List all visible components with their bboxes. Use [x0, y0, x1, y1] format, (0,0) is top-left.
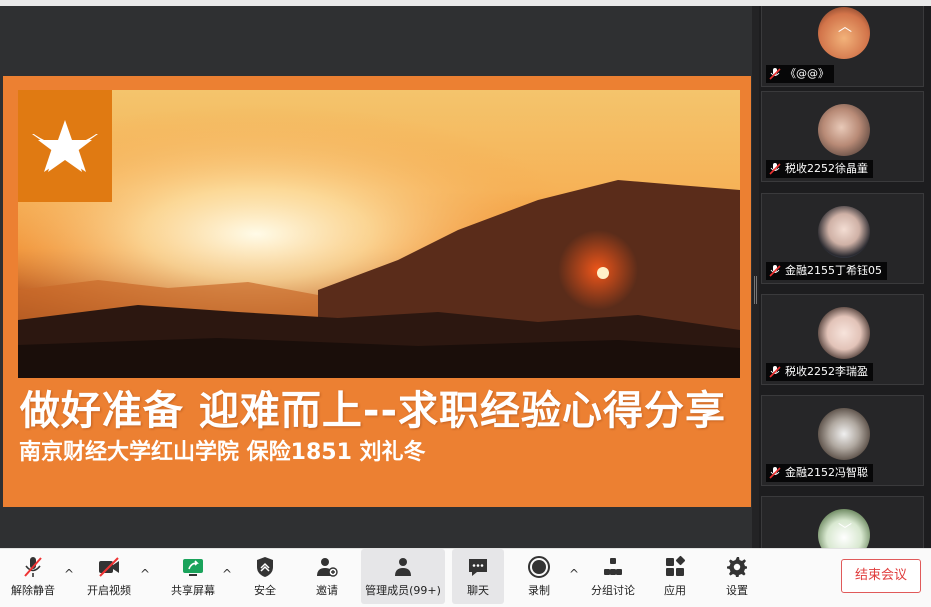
participant-nametag: 税收2252徐晶童: [766, 160, 873, 178]
unmute-button[interactable]: 解除静音: [4, 549, 62, 604]
meeting-toolbar: 解除静音 ^ 开启视频 ^ 共享屏幕 ^ 安全 邀请 管理成员(99+) 聊天: [0, 548, 931, 607]
gear-icon: [727, 557, 747, 577]
audio-options-chevron-icon[interactable]: ^: [64, 567, 74, 581]
breakout-rooms-icon: [604, 558, 622, 575]
muted-mic-icon: [769, 366, 781, 378]
invite-button[interactable]: 邀请: [304, 549, 350, 604]
chat-bubble-icon: [469, 559, 487, 576]
members-icon: [395, 558, 411, 576]
muted-mic-icon: [769, 68, 781, 80]
video-options-chevron-icon[interactable]: ^: [140, 567, 150, 581]
slide-title: 做好准备 迎难而上--求职经验心得分享: [19, 388, 727, 434]
participant-tile[interactable]: 金融2152冯智聪: [761, 395, 924, 486]
security-button[interactable]: 安全: [242, 549, 288, 604]
breakout-rooms-button[interactable]: 分组讨论: [586, 549, 640, 604]
participant-name: 《@@》: [785, 67, 829, 80]
tencent-meeting-logo: [18, 90, 112, 202]
participant-tile[interactable]: 税收2252徐晶童: [761, 91, 924, 182]
gallery-scroll-up-icon[interactable]: ︿: [835, 16, 855, 36]
unmute-label: 解除静音: [11, 584, 55, 597]
apps-button[interactable]: 应用: [652, 549, 698, 604]
settings-button[interactable]: 设置: [714, 549, 760, 604]
muted-mic-icon: [769, 163, 781, 175]
record-button[interactable]: 录制: [516, 549, 562, 604]
muted-mic-icon: [769, 467, 781, 479]
chat-label: 聊天: [467, 584, 489, 597]
apps-label: 应用: [664, 584, 686, 597]
share-screen-icon: [183, 559, 203, 576]
security-label: 安全: [254, 584, 276, 597]
muted-mic-icon: [24, 557, 42, 577]
settings-label: 设置: [726, 584, 748, 597]
gallery-scroll-down-icon[interactable]: ﹀: [835, 520, 855, 540]
participant-nametag: 税收2252李瑞盈: [766, 363, 873, 381]
record-label: 录制: [528, 584, 550, 597]
participant-name: 税收2252徐晶童: [785, 162, 868, 175]
participant-nametag: 金融2155丁希钰05: [766, 262, 887, 280]
participant-nametag: 金融2152冯智聪: [766, 464, 873, 482]
participant-nametag: 《@@》: [766, 65, 834, 83]
participant-avatar: [818, 307, 870, 359]
add-user-icon: [317, 558, 338, 577]
shared-screen-area[interactable]: 做好准备 迎难而上--求职经验心得分享 南京财经大学红山学院 保险1851 刘礼…: [0, 6, 755, 548]
record-icon: [528, 556, 550, 578]
chat-button[interactable]: 聊天: [452, 549, 504, 604]
start-video-label: 开启视频: [87, 584, 131, 597]
sunset-landscape-image: [18, 90, 740, 378]
slide-subtitle: 南京财经大学红山学院 保险1851 刘礼冬: [19, 440, 426, 465]
manage-members-button[interactable]: 管理成员(99+): [361, 549, 445, 604]
end-meeting-button[interactable]: 结束会议: [841, 559, 921, 593]
apps-grid-icon: [666, 555, 686, 576]
participant-tile[interactable]: 税收2252李瑞盈: [761, 294, 924, 385]
breakout-rooms-label: 分组讨论: [591, 584, 635, 597]
participant-name: 金融2152冯智聪: [785, 466, 868, 479]
participant-gallery[interactable]: 《@@》 税收2252徐晶童 金融2155丁希钰05 税收2252李瑞盈 金融2…: [759, 6, 931, 548]
participant-name: 金融2155丁希钰05: [785, 264, 882, 277]
start-video-button[interactable]: 开启视频: [80, 549, 138, 604]
slide-sunset-photo: [18, 90, 740, 378]
splitter-grip-handle[interactable]: [754, 276, 757, 304]
share-screen-button[interactable]: 共享屏幕: [164, 549, 222, 604]
share-options-chevron-icon[interactable]: ^: [222, 567, 232, 581]
presentation-slide: 做好准备 迎难而上--求职经验心得分享 南京财经大学红山学院 保险1851 刘礼…: [3, 76, 751, 507]
video-off-icon: [99, 557, 119, 577]
share-screen-label: 共享屏幕: [171, 584, 215, 597]
muted-mic-icon: [769, 265, 781, 277]
meeting-window: 做好准备 迎难而上--求职经验心得分享 南京财经大学红山学院 保险1851 刘礼…: [0, 0, 931, 607]
participant-avatar: [818, 104, 870, 156]
record-options-chevron-icon[interactable]: ^: [569, 567, 579, 581]
participant-avatar: [818, 206, 870, 258]
manage-members-label: 管理成员(99+): [365, 584, 441, 597]
invite-label: 邀请: [316, 584, 338, 597]
participant-avatar: [818, 408, 870, 460]
shield-icon: [257, 557, 273, 577]
participant-tile[interactable]: 金融2155丁希钰05: [761, 193, 924, 284]
participant-name: 税收2252李瑞盈: [785, 365, 868, 378]
